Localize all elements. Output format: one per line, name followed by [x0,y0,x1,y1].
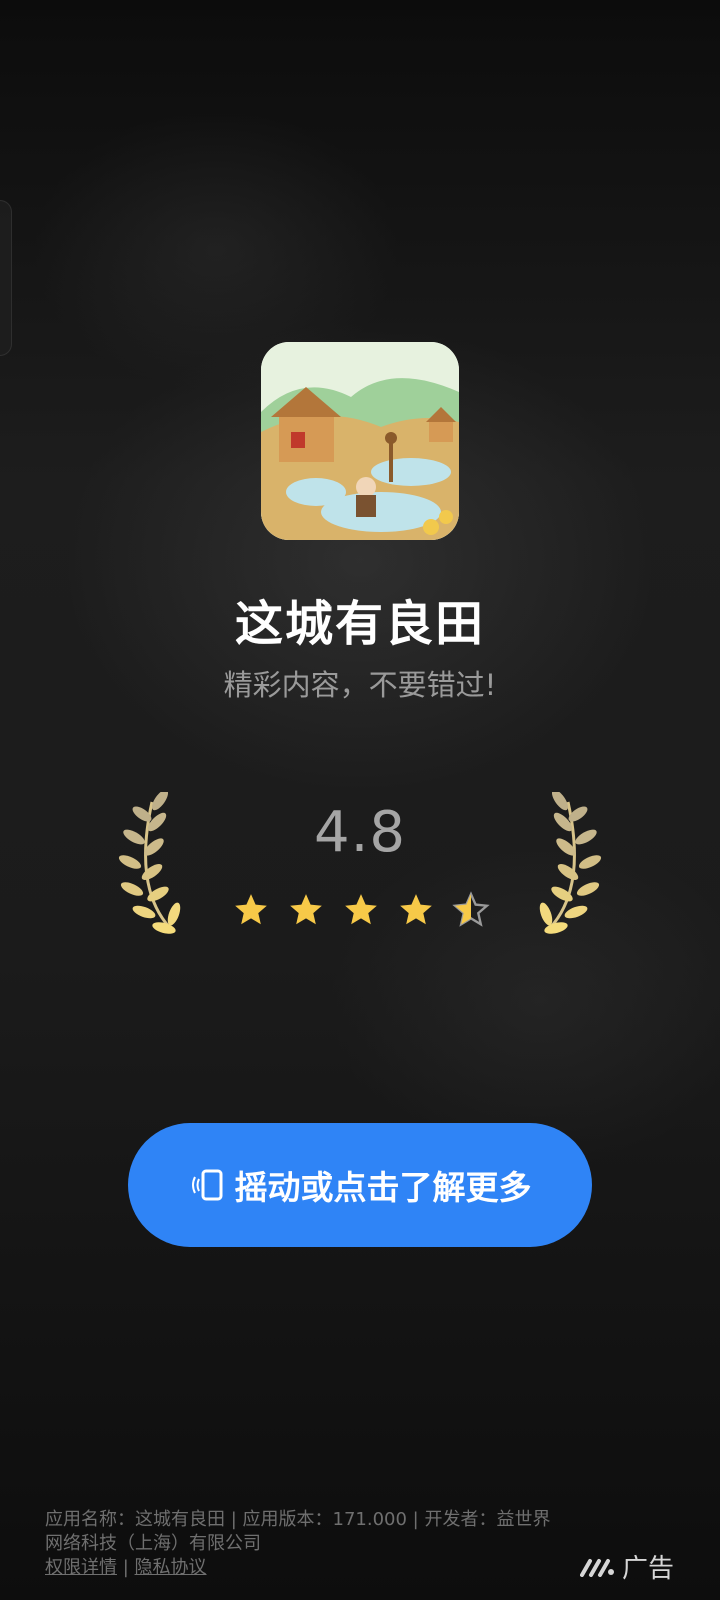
shake-phone-icon [191,1169,222,1201]
ad-badge: 广告 [580,1548,674,1584]
app-info-text: 应用名称：这城有良田 | 应用版本：171.000 | 开发者：益世界网络科技（… [45,1509,551,1554]
star-full-icon [235,894,267,925]
ad-label: 广告 [622,1553,675,1584]
star-half-icon [452,891,490,927]
rating-score: 4.8 [313,800,407,865]
star-full-icon [290,894,322,925]
privacy-link[interactable]: 隐私协议 [135,1557,207,1578]
learn-more-button[interactable]: 摇动或点击了解更多 [128,1123,592,1247]
footer-links: 权限详情 | 隐私协议 [45,1556,565,1580]
side-handle[interactable] [0,200,12,356]
link-separator: | [122,1557,129,1578]
app-name: 这城有良田 [234,596,485,652]
permissions-link[interactable]: 权限详情 [45,1557,117,1578]
rating-stars [232,890,490,930]
app-icon-artwork [261,342,459,540]
app-tagline: 精彩内容，不要错过! [223,668,497,702]
learn-more-label: 摇动或点击了解更多 [234,1168,532,1207]
app-info-footer: 应用名称：这城有良田 | 应用版本：171.000 | 开发者：益世界网络科技（… [45,1508,565,1580]
app-icon[interactable] [261,342,459,540]
star-full-icon [400,894,432,925]
star-full-icon [345,894,377,925]
ad-network-logo-icon [580,1559,614,1577]
